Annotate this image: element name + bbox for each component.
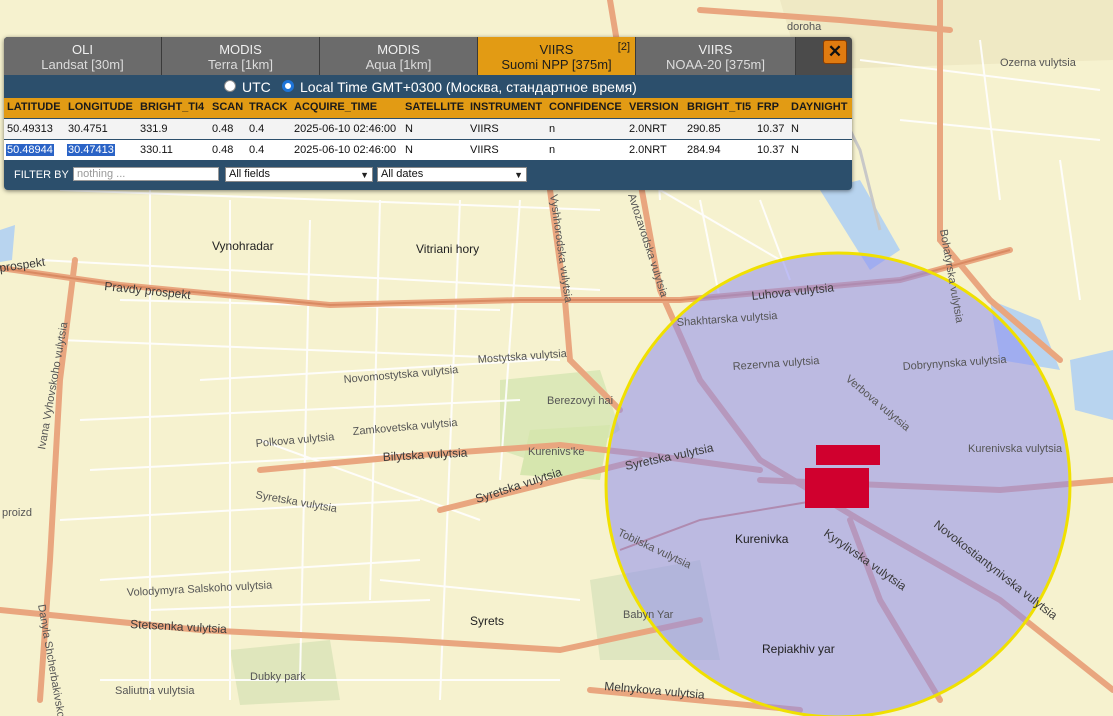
cell-satellite: N xyxy=(405,123,413,135)
utc-radio[interactable] xyxy=(224,80,236,92)
tab-viirs-noaa-20[interactable]: VIIRS NOAA-20 [375m] xyxy=(636,37,796,75)
tab-title: VIIRS xyxy=(698,42,733,57)
cell-daynight: N xyxy=(791,144,799,156)
place-label: Babyn Yar xyxy=(623,609,674,621)
filter-label: FILTER BY xyxy=(14,169,69,181)
cell-scan: 0.48 xyxy=(212,144,234,156)
utc-label: UTC xyxy=(242,79,271,95)
dates-select[interactable]: All dates ▼ xyxy=(377,167,527,182)
column-header[interactable]: DAYNIGHT xyxy=(791,101,847,113)
column-header[interactable]: BRIGHT_TI4 xyxy=(140,101,204,113)
place-label: Dubky park xyxy=(250,671,306,683)
cell-track: 0.4 xyxy=(249,123,265,135)
fields-select[interactable]: All fields ▼ xyxy=(225,167,373,182)
tab-title: OLI xyxy=(72,42,93,57)
column-header[interactable]: CONFIDENCE xyxy=(549,101,622,113)
cell-track: 0.4 xyxy=(249,144,265,156)
tab-viirs-suomi-npp[interactable]: VIIRS Suomi NPP [375m] [2] xyxy=(478,37,636,75)
cell-acquire-time: 2025-06-10 02:46:00 xyxy=(294,144,397,156)
tab-subtitle: Landsat [30m] xyxy=(41,57,124,72)
column-header[interactable]: TRACK xyxy=(249,101,288,113)
close-button[interactable]: ✕ xyxy=(823,40,847,64)
column-header[interactable]: ACQUIRE_TIME xyxy=(294,101,377,113)
column-header[interactable]: LONGITUDE xyxy=(68,101,133,113)
cell-daynight: N xyxy=(791,123,799,135)
filter-bar: FILTER BY nothing ... All fields ▼ All d… xyxy=(4,164,852,186)
cell-version: 2.0NRT xyxy=(629,123,667,135)
place-label: Kurenivka xyxy=(735,532,789,546)
sensor-tabs: OLI Landsat [30m] MODIS Terra [1km] MODI… xyxy=(4,37,852,75)
column-header[interactable]: FRP xyxy=(757,101,779,113)
street-label: proizd xyxy=(2,507,32,519)
cell-bright-ti5: 290.85 xyxy=(687,123,721,135)
cell-bright-ti4: 330.11 xyxy=(140,144,173,156)
place-label: Kurenivs'ke xyxy=(528,446,585,458)
tab-subtitle: Aqua [1km] xyxy=(365,57,432,72)
tab-title: MODIS xyxy=(377,42,420,57)
local-time-radio[interactable] xyxy=(282,80,294,92)
cell-acquire-time: 2025-06-10 02:46:00 xyxy=(294,123,397,135)
cell-bright-ti5: 284.94 xyxy=(687,144,721,156)
place-label: Vitriani hory xyxy=(416,242,479,256)
cell-satellite: N xyxy=(405,144,413,156)
cell-confidence: n xyxy=(549,144,556,156)
tab-oli-landsat[interactable]: OLI Landsat [30m] xyxy=(4,37,162,75)
timezone-selector: UTC Local Time GMT+0300 (Москва, стандар… xyxy=(4,77,852,97)
record-count-badge: [2] xyxy=(617,41,630,53)
filter-input[interactable]: nothing ... xyxy=(73,167,219,181)
chevron-down-icon: ▼ xyxy=(514,170,523,180)
place-label: Repiakhiv yar xyxy=(762,642,835,656)
place-label: Syrets xyxy=(470,614,504,628)
cell-instrument: VIIRS xyxy=(470,144,499,156)
cell-latitude: 50.48944 xyxy=(6,144,54,156)
table-header: LATITUDE LONGITUDE BRIGHT_TI4 SCAN TRACK… xyxy=(4,98,852,118)
tab-title: VIIRS xyxy=(539,42,574,57)
fire-data-popup: OLI Landsat [30m] MODIS Terra [1km] MODI… xyxy=(4,37,852,190)
cell-longitude: 30.47413 xyxy=(67,144,115,156)
cell-latitude: 50.49313 xyxy=(7,123,53,135)
column-header[interactable]: SATELLITE xyxy=(405,101,464,113)
tab-subtitle: Suomi NPP [375m] xyxy=(501,57,612,72)
street-label: doroha xyxy=(787,21,822,33)
cell-bright-ti4: 331.9 xyxy=(140,123,168,135)
local-time-label: Local Time GMT+0300 (Москва, стандартное… xyxy=(300,79,637,95)
tab-modis-terra[interactable]: MODIS Terra [1km] xyxy=(162,37,320,75)
cell-frp: 10.37 xyxy=(757,123,785,135)
cell-confidence: n xyxy=(549,123,556,135)
column-header[interactable]: INSTRUMENT xyxy=(470,101,542,113)
tab-modis-aqua[interactable]: MODIS Aqua [1km] xyxy=(320,37,478,75)
place-label: Berezovyi hai xyxy=(547,395,613,407)
place-label: Vynohradar xyxy=(212,239,274,253)
tab-title: MODIS xyxy=(219,42,262,57)
street-label: Kurenivska vulytsia xyxy=(968,443,1063,455)
dates-select-value: All dates xyxy=(381,168,424,180)
fire-pixel xyxy=(816,445,880,465)
cell-longitude: 30.4751 xyxy=(68,123,108,135)
fire-pixel xyxy=(805,468,869,508)
column-header[interactable]: LATITUDE xyxy=(7,101,61,113)
tab-subtitle: Terra [1km] xyxy=(207,57,273,72)
column-header[interactable]: BRIGHT_TI5 xyxy=(687,101,751,113)
cell-instrument: VIIRS xyxy=(470,123,499,135)
cell-version: 2.0NRT xyxy=(629,144,667,156)
cell-frp: 10.37 xyxy=(757,144,785,156)
tab-subtitle: NOAA-20 [375m] xyxy=(666,57,765,72)
street-label: Ozerna vulytsia xyxy=(1000,57,1077,69)
cell-scan: 0.48 xyxy=(212,123,234,135)
fields-select-value: All fields xyxy=(229,168,270,180)
close-icon: ✕ xyxy=(827,42,843,61)
chevron-down-icon: ▼ xyxy=(360,170,369,180)
table-row[interactable]: 50.49313 30.4751 331.9 0.48 0.4 2025-06-… xyxy=(4,119,852,139)
column-header[interactable]: VERSION xyxy=(629,101,679,113)
street-label: Saliutna vulytsia xyxy=(115,685,195,697)
column-header[interactable]: SCAN xyxy=(212,101,243,113)
table-row[interactable]: 50.48944 30.47413 330.11 0.48 0.4 2025-0… xyxy=(4,140,852,160)
